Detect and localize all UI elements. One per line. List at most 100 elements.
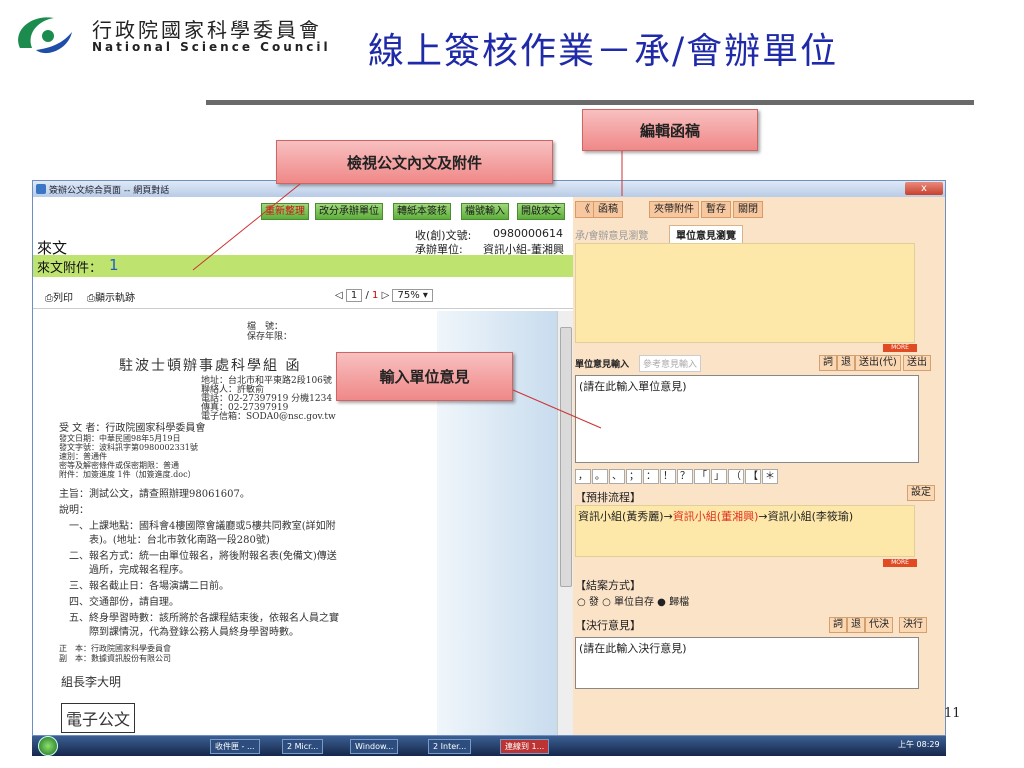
org-name-en: National Science Council	[92, 40, 331, 54]
punct-button[interactable]: ！	[660, 469, 676, 484]
flow-label: 【預排流程】	[575, 491, 641, 504]
decide-proxy-button[interactable]: 代決	[865, 617, 893, 633]
phrase-button[interactable]: 詞	[829, 617, 847, 633]
doc-meta-line: 保存年限：	[247, 332, 293, 342]
attach-tab[interactable]: 夾帶附件	[649, 201, 699, 218]
more-button[interactable]: MORE	[883, 344, 917, 352]
attachment-count-link[interactable]: 1	[109, 256, 119, 274]
slide-page-number: 11	[944, 706, 961, 721]
dialog-window: 簽辦公文綜合頁面 -- 網頁對話 x 重新整理 改分承辦單位 轉紙本簽核 檔號輸…	[32, 180, 946, 736]
unit-opinion-input-label[interactable]: 單位意見輸入	[575, 357, 629, 370]
taskbar-item[interactable]: 2 Inter...	[428, 739, 472, 754]
taskbar-item[interactable]: 2 Micr...	[282, 739, 324, 754]
collapse-tab[interactable]: 《	[575, 201, 595, 218]
return-button[interactable]: 退	[837, 355, 855, 371]
punct-button[interactable]: 【	[745, 469, 761, 484]
flow-step: 資訊小組(黃秀麗)→	[578, 510, 673, 523]
doc-item: 際到課情況，代為登錄公務人員終身學習時數。	[69, 627, 299, 638]
title-rule	[206, 100, 974, 105]
file-number-button[interactable]: 檔號輸入	[461, 203, 509, 220]
flow-box: 資訊小組(黃秀麗)→資訊小組(董湘興)→資訊小組(李筱瑜)	[575, 505, 915, 557]
doc-item: 四、交通部份，請自理。	[69, 597, 179, 608]
window-title: 簽辦公文綜合頁面 -- 網頁對話	[49, 186, 170, 196]
print-button[interactable]: ⎙列印	[45, 289, 73, 304]
punct-button[interactable]: ；	[626, 469, 642, 484]
document-pane: 重新整理 改分承辦單位 轉紙本簽核 檔號輸入 開啟來文 收(創)文號: 0980…	[33, 197, 573, 735]
punct-button[interactable]: ：	[643, 469, 659, 484]
unit-opinion-textarea[interactable]: (請在此輸入單位意見)	[575, 375, 919, 463]
doc-toolbar: ⎙列印 ⎙顯示軌跡 ◁ 1 / 1 ▷ 75% ▾	[33, 285, 573, 309]
doc-item: 五、終身學習時數：該所將於各課程結束後，依報名人員之實	[69, 613, 339, 624]
save-tab[interactable]: 暫存	[701, 201, 731, 218]
doc-item: 過所，完成報名程序。	[69, 565, 189, 576]
show-track-button[interactable]: ⎙顯示軌跡	[87, 289, 135, 304]
window-close-button[interactable]: x	[905, 182, 943, 195]
doc-meta: 附件：加簽進度 1件（加簽進度.doc）	[59, 470, 196, 479]
doc-number-value: 0980000614	[493, 227, 563, 240]
more-button[interactable]: MORE	[883, 559, 917, 567]
taskbar-item[interactable]: 收件匣 - ...	[210, 739, 260, 754]
opinion-browse-box	[575, 243, 915, 343]
set-flow-button[interactable]: 設定	[907, 485, 935, 501]
doc-scrollbar[interactable]	[557, 311, 573, 735]
decision-textarea[interactable]: (請在此輸入決行意見)	[575, 637, 919, 689]
scroll-thumb[interactable]	[560, 327, 572, 587]
refresh-button[interactable]: 重新整理	[261, 203, 309, 220]
pager: ◁ 1 / 1 ▷ 75% ▾	[335, 289, 433, 302]
tab-unit-opinion-browse[interactable]: 單位意見瀏覽	[669, 225, 743, 244]
e-doc-stamp: 電子公文	[61, 703, 136, 733]
draft-tab[interactable]: 函稿	[593, 201, 623, 218]
send-button[interactable]: 送出	[903, 355, 931, 371]
punct-button[interactable]: ＊	[762, 469, 778, 484]
punct-button[interactable]: ？	[677, 469, 693, 484]
phrase-button[interactable]: 詞	[819, 355, 837, 371]
start-button[interactable]	[38, 736, 58, 756]
send-proxy-button[interactable]: 送出(代)	[855, 355, 901, 371]
callout-edit-draft: 編輯函稿	[582, 109, 758, 151]
page-input[interactable]: 1	[345, 289, 363, 302]
return-button[interactable]: 退	[847, 617, 865, 633]
next-page-icon[interactable]: ▷	[382, 290, 390, 301]
reference-opinion-tab[interactable]: 參考意見輸入	[639, 355, 702, 372]
reassign-unit-button[interactable]: 改分承辦單位	[315, 203, 383, 220]
flow-step: →資訊小組(李筱瑜)	[758, 510, 854, 523]
nsc-logo-icon	[18, 17, 72, 54]
paper-signoff-button[interactable]: 轉紙本簽核	[393, 203, 451, 220]
attachment-label: 來文附件：	[37, 261, 103, 276]
prev-page-icon[interactable]: ◁	[335, 290, 343, 301]
punct-button[interactable]: 。	[592, 469, 608, 484]
doc-item: 三、報名截止日：各場演講二日前。	[69, 581, 229, 592]
close-tab[interactable]: 關閉	[733, 201, 763, 218]
punct-button[interactable]: （	[728, 469, 744, 484]
punct-button[interactable]: 「	[694, 469, 710, 484]
open-incoming-button[interactable]: 開啟來文	[517, 203, 565, 220]
punct-button[interactable]: 」	[711, 469, 727, 484]
doc-signature: 組長李大明	[61, 675, 122, 689]
printer-icon: ⎙	[87, 293, 95, 304]
printer-icon: ⎙	[45, 293, 53, 304]
taskbar: 收件匣 - ... 2 Micr... Window... 2 Inter...…	[32, 736, 946, 756]
slide-title: 線上簽核作業－承/會辦單位	[368, 31, 839, 72]
decide-button[interactable]: 決行	[899, 617, 927, 633]
ie-icon	[36, 184, 46, 194]
punct-button[interactable]: ，	[575, 469, 591, 484]
zoom-select[interactable]: 75% ▾	[392, 289, 433, 302]
doc-item: 一、上課地點：國科會4樓國際會議廳或5樓共同教室(詳如附	[69, 521, 336, 532]
taskbar-item[interactable]: Window...	[350, 739, 399, 754]
flow-step-current: 資訊小組(董湘興)	[672, 510, 759, 523]
doc-cc: 副 本：數據資訊股份有限公司	[59, 654, 171, 663]
doc-addr-line: 電子信箱：SODA0@nsc.gov.tw	[201, 412, 336, 422]
taskbar-clock: 上午 08:29	[898, 740, 940, 749]
doc-recipient: 受 文 者：行政院國家科學委員會	[59, 423, 206, 434]
punct-button[interactable]: 、	[609, 469, 625, 484]
callout-enter-opinion: 輸入單位意見	[336, 352, 513, 401]
closing-method-label: 【結案方式】	[575, 579, 641, 592]
closing-method-radios[interactable]: ○ 發 ○ 單位自存 ● 歸檔	[577, 593, 689, 608]
doc-item: 表)。(地址：台北市敦化南路一段280號)	[69, 535, 270, 546]
punctuation-bar: ，。、；：！？「」（【＊	[575, 469, 779, 485]
attachment-bar: 來文附件： 1	[33, 255, 573, 277]
taskbar-item[interactable]: 連線到 1...	[500, 739, 550, 754]
org-name-cn: 行政院國家科學委員會	[92, 18, 322, 42]
doc-subject: 主旨：測試公文，請查照辦理98061607。	[59, 489, 250, 500]
tab-co-opinion-browse[interactable]: 承/會辦意見瀏覽	[575, 227, 648, 242]
